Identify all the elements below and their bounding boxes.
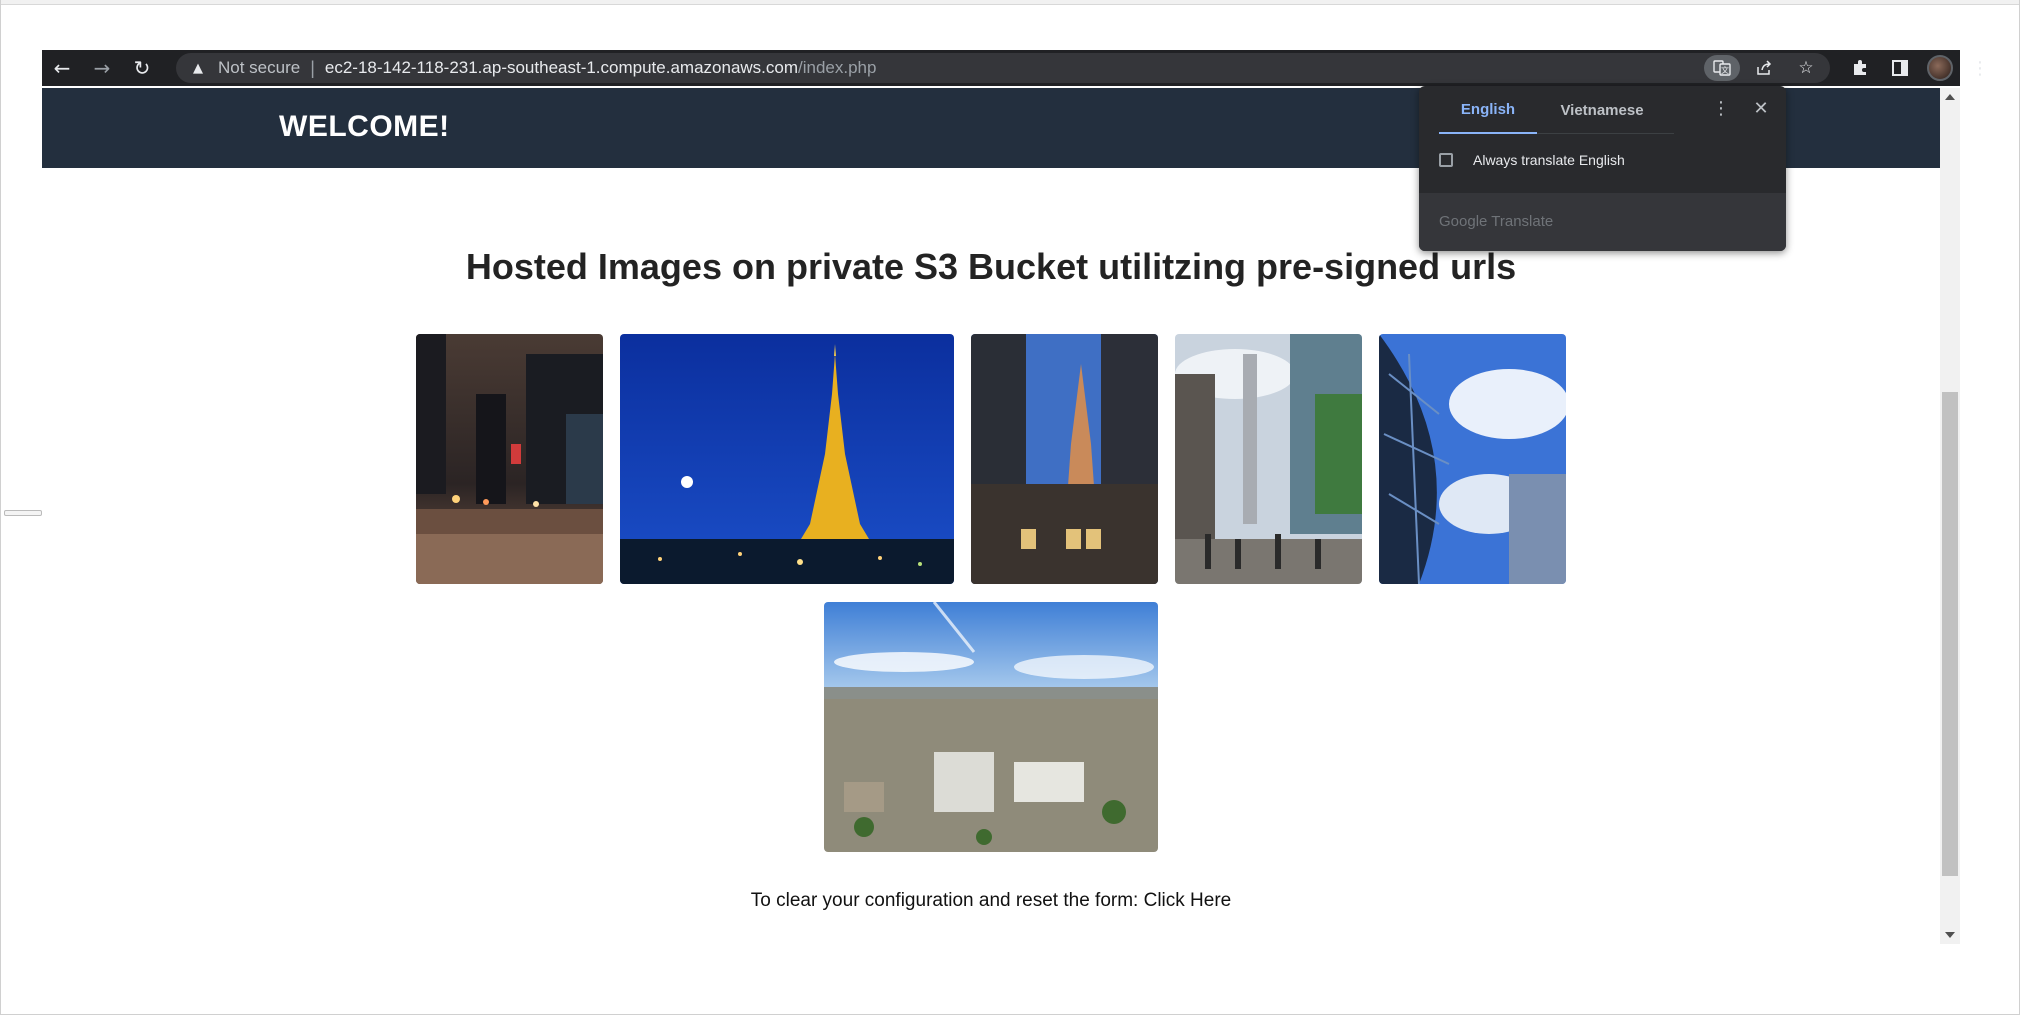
translate-popup: English Vietnamese ⋮ ✕ Always translate … <box>1419 86 1786 251</box>
tab-vietnamese[interactable]: Vietnamese <box>1537 86 1667 134</box>
gallery-image-night-street[interactable] <box>416 334 603 584</box>
gallery-image-city-aerial[interactable] <box>824 602 1158 852</box>
google-translate-brand: Google Translate <box>1439 213 1554 230</box>
address-separator: | <box>310 57 315 78</box>
gallery-row <box>42 602 1940 852</box>
scroll-down-arrow-icon[interactable] <box>1945 932 1955 938</box>
forward-button[interactable]: → <box>82 50 122 86</box>
bookmark-star-icon[interactable]: ☆ <box>1788 55 1824 81</box>
tab-english[interactable]: English <box>1439 86 1537 134</box>
scroll-up-arrow-icon[interactable] <box>1945 94 1955 100</box>
window-top-edge <box>0 0 2020 5</box>
reset-instructions[interactable]: To clear your configuration and reset th… <box>42 890 1940 912</box>
url-host[interactable]: ec2-18-142-118-231.ap-southeast-1.comput… <box>325 58 798 78</box>
back-button[interactable]: ← <box>42 50 82 86</box>
page-scrollbar[interactable] <box>1940 88 1960 944</box>
svg-text:文: 文 <box>1721 65 1729 75</box>
menu-kebab-icon[interactable]: ⋮ <box>1962 50 1998 86</box>
toolbar-right-actions: ⋮ <box>1842 50 1998 86</box>
security-status[interactable]: Not secure <box>218 58 300 78</box>
share-icon[interactable] <box>1746 55 1782 81</box>
translate-options-kebab-icon[interactable]: ⋮ <box>1709 98 1733 122</box>
url-path[interactable]: /index.php <box>798 58 876 78</box>
gallery-image-city-crowd[interactable] <box>1175 334 1362 584</box>
reload-icon: ↻ <box>133 56 151 80</box>
close-icon[interactable]: ✕ <box>1749 98 1773 122</box>
gallery-row <box>42 334 1940 584</box>
always-translate-option[interactable]: Always translate English <box>1439 152 1625 168</box>
window-left-edge <box>0 0 1 1015</box>
browser-toolbar: ← → ↻ ▲ Not secure | ec2-18-142-118-231.… <box>42 50 1989 86</box>
page-title: Hosted Images on private S3 Bucket utili… <box>465 246 1517 287</box>
address-bar-actions: 文 ☆ <box>1704 53 1824 83</box>
address-bar[interactable]: ▲ Not secure | ec2-18-142-118-231.ap-sou… <box>176 53 1830 83</box>
warning-triangle-icon[interactable]: ▲ <box>190 60 206 76</box>
arrow-right-icon: → <box>93 56 111 80</box>
welcome-heading: WELCOME! <box>279 110 450 143</box>
profile-avatar[interactable] <box>1922 50 1958 86</box>
gallery-image-empire-state[interactable] <box>971 334 1158 584</box>
gallery-image-glass-spheres[interactable] <box>1379 334 1566 584</box>
translate-language-tabs: English Vietnamese <box>1439 86 1674 134</box>
reload-button[interactable]: ↻ <box>122 50 162 86</box>
translate-icon[interactable]: 文 <box>1704 55 1740 81</box>
translate-footer: Google Translate <box>1419 193 1786 251</box>
gallery-image-eiffel-tower[interactable] <box>620 334 954 584</box>
always-translate-label: Always translate English <box>1473 152 1625 168</box>
always-translate-checkbox[interactable] <box>1439 153 1453 167</box>
side-panel-icon[interactable] <box>1882 50 1918 86</box>
side-resize-handle[interactable] <box>4 510 42 516</box>
extensions-icon[interactable] <box>1842 50 1878 86</box>
scrollbar-thumb[interactable] <box>1942 392 1958 876</box>
arrow-left-icon: ← <box>53 56 71 80</box>
avatar <box>1927 55 1953 81</box>
